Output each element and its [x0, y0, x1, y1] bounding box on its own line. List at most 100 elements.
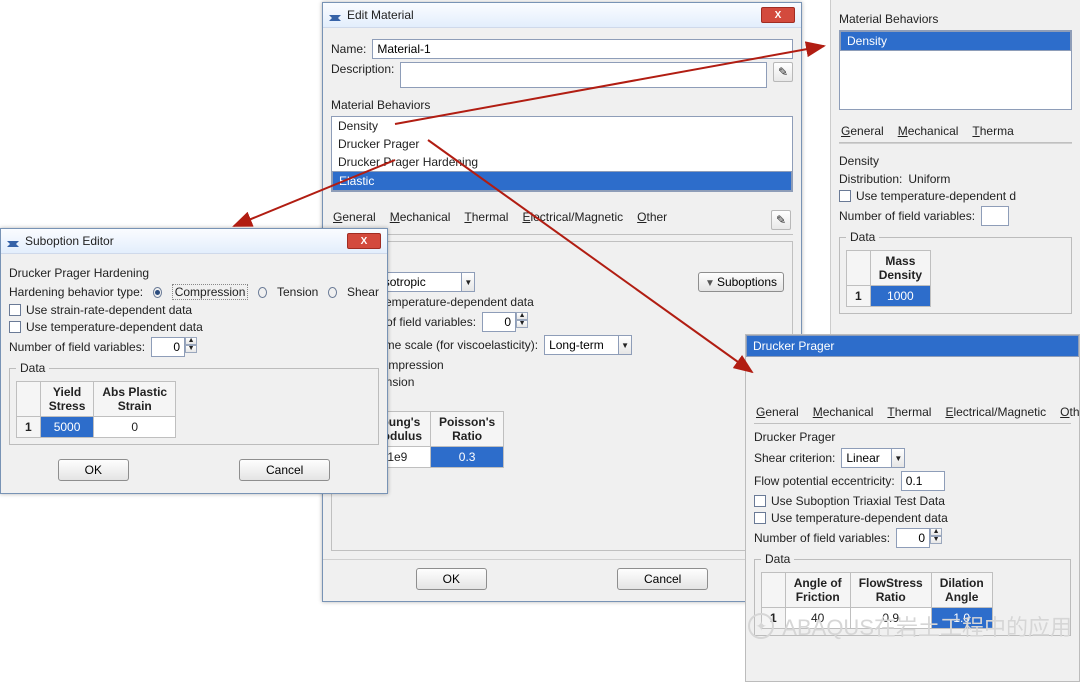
app-icon: [7, 235, 19, 247]
cancel-button[interactable]: Cancel: [617, 568, 708, 590]
strain-rate-checkbox[interactable]: Use strain-rate-dependent data: [9, 303, 379, 317]
nfv-label: Number of field variables:: [839, 209, 975, 223]
tab-thermal[interactable]: Thermal: [887, 405, 931, 419]
tab-mechanical[interactable]: Mechanical: [813, 405, 874, 419]
row-idx: 1: [847, 286, 871, 307]
dph-data-table[interactable]: Yield StressAbs Plastic Strain 1 5000 0: [16, 381, 176, 438]
dist-label: Distribution:: [839, 172, 902, 186]
moduli-select[interactable]: ▼: [544, 335, 632, 355]
radio-shear-label: Shear: [347, 285, 379, 299]
yield-cell[interactable]: 5000: [40, 417, 94, 438]
chevron-down-icon[interactable]: ▼: [618, 335, 632, 355]
dp-data-table[interactable]: Angle of Friction FlowStress Ratio Dilat…: [761, 572, 993, 629]
elastic-data-label: Data: [340, 393, 784, 407]
behavior-tabs: GGeneraleneral Mechanical Thermal Electr…: [331, 206, 793, 235]
flow-input[interactable]: [901, 471, 945, 491]
col-flowstress: FlowStress Ratio: [850, 573, 931, 608]
list-item-density[interactable]: Density: [332, 117, 792, 135]
tab-general[interactable]: General: [841, 124, 884, 138]
tab-general[interactable]: GGeneraleneral: [333, 210, 376, 230]
cancel-button[interactable]: Cancel: [239, 459, 330, 481]
nfv-spinner[interactable]: ▲▼: [482, 312, 528, 332]
col-yield: Yield Stress: [40, 382, 94, 417]
desc-input[interactable]: [400, 62, 767, 88]
triaxial-checkbox[interactable]: Use Suboption Triaxial Test Data: [754, 494, 1071, 508]
chevron-down-icon[interactable]: ▼: [891, 448, 905, 468]
poisson-cell[interactable]: 0.3: [431, 447, 504, 468]
list-item-dp[interactable]: Drucker Prager: [332, 135, 792, 153]
chevron-down-icon[interactable]: ▼: [461, 272, 475, 292]
nfv-input[interactable]: [981, 206, 1009, 226]
nfv-label: Number of field variables:: [9, 340, 145, 354]
title-bar[interactable]: Suboption Editor X: [1, 229, 387, 254]
col-dilation: Dilation Angle: [931, 573, 992, 608]
hb-label: Hardening behavior type:: [9, 285, 143, 299]
elastic-section-label: Elastic: [340, 254, 784, 268]
col-angle: Angle of Friction: [785, 573, 850, 608]
tab-thermal[interactable]: Thermal: [464, 210, 508, 230]
radio-tension-label: Tension: [277, 285, 318, 299]
title-bar[interactable]: Edit Material X: [323, 3, 801, 28]
no-compression-checkbox[interactable]: No compression: [340, 358, 784, 372]
density-section: Density: [839, 154, 1072, 168]
angle-cell[interactable]: 40: [785, 608, 850, 629]
nfv-spinner[interactable]: ▲▼: [151, 337, 197, 357]
tab-general[interactable]: General: [756, 405, 799, 419]
mass-density-cell[interactable]: 1000: [870, 286, 930, 307]
shear-label: Shear criterion:: [754, 451, 835, 465]
use-temp-checkbox[interactable]: Use temperature-dependent data: [340, 295, 784, 309]
radio-tension[interactable]: [258, 287, 267, 298]
col-poisson: Poisson's Ratio: [431, 412, 504, 447]
plastic-cell[interactable]: 0: [94, 417, 176, 438]
use-temp-checkbox[interactable]: Use temperature-dependent d: [839, 189, 1072, 203]
behaviors-label: Material Behaviors: [331, 98, 793, 112]
ok-button[interactable]: OK: [58, 459, 129, 481]
tab-other[interactable]: Other: [637, 210, 667, 230]
col-mass-density: Mass Density: [870, 251, 930, 286]
dp-title-bar: Drucker Prager: [746, 335, 1079, 357]
data-legend: Data: [761, 552, 794, 566]
behaviors-label: Material Behaviors: [839, 12, 1072, 26]
close-icon[interactable]: X: [347, 233, 381, 249]
close-icon[interactable]: X: [761, 7, 795, 23]
behaviors-list[interactable]: Density Drucker Prager Drucker Prager Ha…: [331, 116, 793, 192]
data-fieldset: Data Mass Density 1 1000: [839, 230, 1072, 314]
dist-value: Uniform: [908, 172, 950, 186]
drucker-prager-panel: Drucker Prager General Mechanical Therma…: [745, 334, 1080, 682]
no-tension-checkbox[interactable]: No tension: [340, 375, 784, 389]
suboptions-button[interactable]: ▼Suboptions: [698, 272, 784, 292]
behaviors-list[interactable]: Density: [839, 30, 1072, 110]
tab-other[interactable]: Other: [1060, 405, 1080, 419]
data-fieldset: Data Yield StressAbs Plastic Strain 1 50…: [9, 361, 379, 445]
behavior-tabs: General Mechanical Therma: [839, 120, 1072, 143]
list-item-elastic[interactable]: Elastic: [332, 171, 792, 191]
shear-select[interactable]: ▼: [841, 448, 905, 468]
density-data-table[interactable]: Mass Density 1 1000: [846, 250, 931, 307]
list-item-dph[interactable]: Drucker Prager Hardening: [332, 153, 792, 171]
row-idx: 1: [17, 417, 41, 438]
dilation-cell[interactable]: 1.0: [931, 608, 992, 629]
edit-tab-icon[interactable]: ✎: [771, 210, 791, 230]
name-input[interactable]: [372, 39, 793, 59]
list-item-density[interactable]: Density: [840, 31, 1071, 51]
tab-mechanical[interactable]: Mechanical: [898, 124, 959, 138]
tab-electrical[interactable]: Electrical/Magnetic: [945, 405, 1046, 419]
use-temp-checkbox[interactable]: Use temperature-dependent data: [9, 320, 379, 334]
nfv-spinner[interactable]: ▲▼: [896, 528, 942, 548]
radio-compression[interactable]: [153, 287, 162, 298]
use-temp-checkbox[interactable]: Use temperature-dependent data: [754, 511, 1071, 525]
tab-electrical[interactable]: Electrical/Magnetic: [522, 210, 623, 230]
behavior-tabs: General Mechanical Thermal Electrical/Ma…: [754, 401, 1071, 424]
radio-shear[interactable]: [328, 287, 337, 298]
tab-thermal[interactable]: Therma: [972, 124, 1013, 138]
data-fieldset: Data Angle of Friction FlowStress Ratio …: [754, 552, 1071, 636]
ok-button[interactable]: OK: [416, 568, 487, 590]
elastic-panel: Elastic Type: ▼ ▼Suboptions Use temperat…: [331, 241, 793, 551]
dp-section: Drucker Prager: [754, 430, 1071, 444]
app-icon: [329, 9, 341, 21]
flowstress-cell[interactable]: 0.9: [850, 608, 931, 629]
edit-desc-icon[interactable]: ✎: [773, 62, 793, 82]
type-select[interactable]: ▼: [375, 272, 475, 292]
tab-mechanical[interactable]: Mechanical: [390, 210, 451, 230]
radio-compression-label: Compression: [172, 284, 249, 300]
